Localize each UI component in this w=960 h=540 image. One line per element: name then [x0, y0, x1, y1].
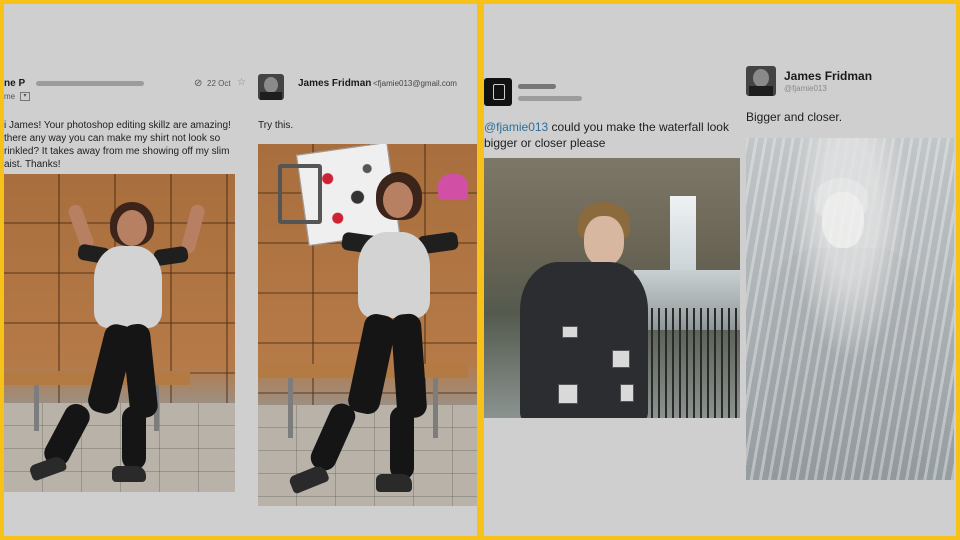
jacket-patch — [558, 384, 578, 404]
edited-waterfall-photo — [746, 138, 954, 480]
right-calf — [390, 406, 414, 480]
blurred-handle — [518, 96, 582, 101]
boy-face — [584, 216, 624, 266]
left-panel: ne P me ▾ ⊘ 22 Oct ☆ i James! Your photo… — [4, 4, 477, 536]
jacket-patch — [562, 326, 578, 338]
reply-name[interactable]: James Fridman — [784, 69, 872, 83]
reply-handle[interactable]: @fjamie013 — [784, 84, 827, 93]
face — [117, 210, 147, 246]
gray-shirt — [94, 246, 162, 328]
waterfall-overlay — [746, 138, 954, 480]
email-date: 22 Oct — [207, 79, 231, 88]
reply-body: Bigger and closer. — [746, 110, 843, 124]
jacket-patch — [620, 384, 634, 402]
face — [383, 182, 413, 218]
board-stand — [278, 164, 322, 224]
details-dropdown-icon[interactable]: ▾ — [20, 92, 30, 101]
original-gym-photo — [4, 174, 235, 492]
star-icon[interactable]: ☆ — [237, 77, 246, 88]
smooth-gray-shirt — [358, 232, 430, 318]
reply-sender-name[interactable]: James Fridman — [298, 78, 371, 89]
bench-leg — [288, 378, 293, 438]
james-avatar[interactable] — [746, 66, 776, 96]
email-recipient: me — [4, 92, 16, 101]
email-body: i James! Your photoshop editing skillz a… — [4, 120, 231, 170]
right-shoe — [376, 474, 412, 492]
right-panel: @fjamie013 could you make the waterfall … — [484, 4, 956, 536]
blurred-username — [518, 84, 556, 89]
right-calf — [122, 406, 146, 470]
bench-leg — [433, 378, 438, 438]
blurred-sender-address — [36, 81, 144, 86]
user-avatar[interactable] — [484, 78, 512, 106]
original-waterfall-photo — [484, 158, 740, 418]
paperclip-icon: ⊘ — [194, 78, 203, 89]
jacket-patch — [612, 350, 630, 368]
reply-sender-email: <fjamie013@gmail.com — [373, 79, 457, 88]
edited-gym-photo — [258, 144, 477, 506]
distant-waterfall — [670, 196, 696, 276]
reply-body: Try this. — [258, 120, 294, 131]
right-shoe — [112, 466, 146, 482]
james-avatar[interactable] — [258, 74, 284, 100]
iron-fence — [644, 308, 740, 418]
tweet-text: @fjamie013 could you make the waterfall … — [484, 119, 744, 151]
email-sender: ne P — [4, 78, 26, 89]
clothes-iron — [438, 174, 468, 200]
mention-link[interactable]: @fjamie013 — [484, 120, 548, 134]
bench-leg — [34, 385, 39, 431]
